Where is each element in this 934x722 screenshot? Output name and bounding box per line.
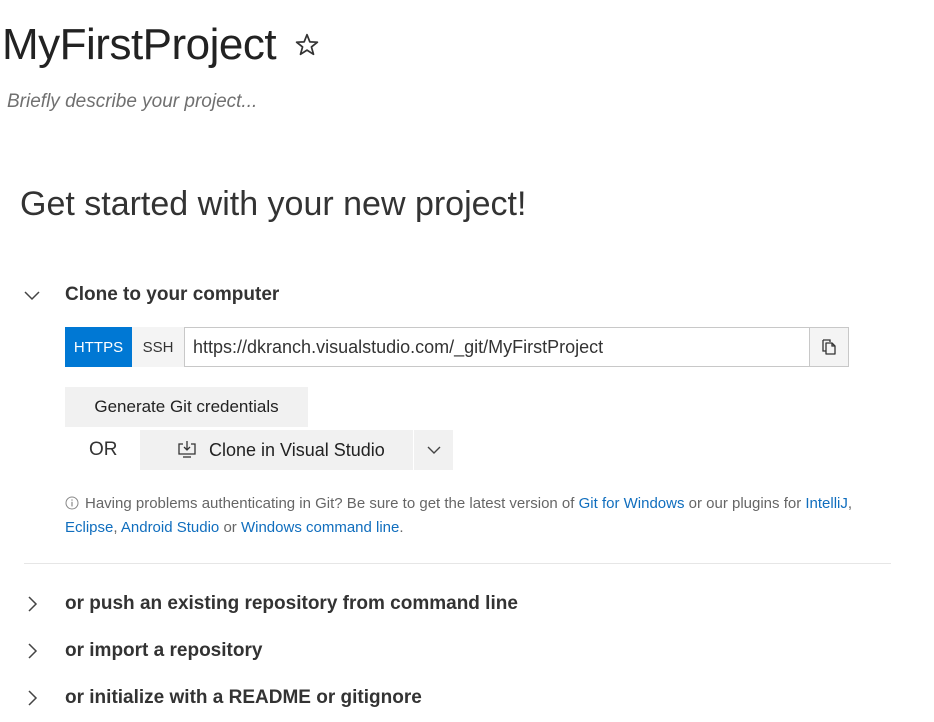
git-for-windows-link[interactable]: Git for Windows: [579, 495, 685, 512]
auth-help-text: Having problems authenticating in Git? B…: [65, 492, 875, 540]
help-text-or: or: [219, 519, 241, 536]
eclipse-link[interactable]: Eclipse: [65, 519, 113, 536]
download-to-computer-icon: [178, 441, 196, 458]
protocol-tab-https[interactable]: HTTPS: [65, 327, 132, 367]
project-title-row: MyFirstProject: [2, 20, 320, 70]
help-text-period: .: [399, 519, 404, 536]
get-started-heading: Get started with your new project!: [20, 185, 527, 223]
section-clone-label: Clone to your computer: [65, 284, 280, 305]
section-initialize-label: or initialize with a README or gitignore: [65, 687, 422, 708]
section-import-header[interactable]: or import a repository: [22, 640, 262, 662]
help-text-middle: or our plugins for: [684, 495, 806, 512]
chevron-right-icon: [28, 690, 38, 706]
section-push-existing-header[interactable]: or push an existing repository from comm…: [22, 593, 518, 615]
chevron-down-icon: [24, 291, 40, 301]
section-initialize-header[interactable]: or initialize with a README or gitignore: [22, 687, 422, 709]
protocol-tab-ssh[interactable]: SSH: [132, 327, 184, 367]
intellij-link[interactable]: IntelliJ: [805, 495, 848, 512]
section-divider: [24, 563, 891, 564]
clone-url-row: HTTPS SSH: [65, 327, 849, 367]
section-push-existing-label: or push an existing repository from comm…: [65, 593, 518, 614]
favorite-star-icon[interactable]: [294, 32, 320, 58]
help-text-prefix: Having problems authenticating in Git? B…: [85, 495, 579, 512]
generate-git-credentials-button[interactable]: Generate Git credentials: [65, 387, 308, 427]
project-description[interactable]: Briefly describe your project...: [7, 91, 257, 113]
copy-icon: [822, 339, 836, 355]
chevron-down-icon: [427, 446, 440, 454]
info-icon: [65, 496, 79, 510]
windows-command-line-link[interactable]: Windows command line: [241, 519, 399, 536]
project-title: MyFirstProject: [2, 20, 277, 69]
clone-in-visual-studio-button[interactable]: Clone in Visual Studio: [140, 430, 413, 470]
chevron-right-icon: [28, 596, 38, 612]
clone-in-visual-studio-label: Clone in Visual Studio: [209, 439, 385, 460]
clone-url-input[interactable]: [184, 327, 809, 367]
or-label: OR: [89, 439, 118, 460]
help-text-comma: ,: [847, 495, 853, 512]
android-studio-link[interactable]: Android Studio: [121, 519, 219, 536]
section-clone-header[interactable]: Clone to your computer: [22, 284, 279, 306]
clone-ide-dropdown-button[interactable]: [414, 430, 453, 470]
section-import-label: or import a repository: [65, 640, 263, 661]
help-text-comma2: ,: [113, 519, 121, 536]
copy-url-button[interactable]: [809, 327, 849, 367]
chevron-right-icon: [28, 643, 38, 659]
